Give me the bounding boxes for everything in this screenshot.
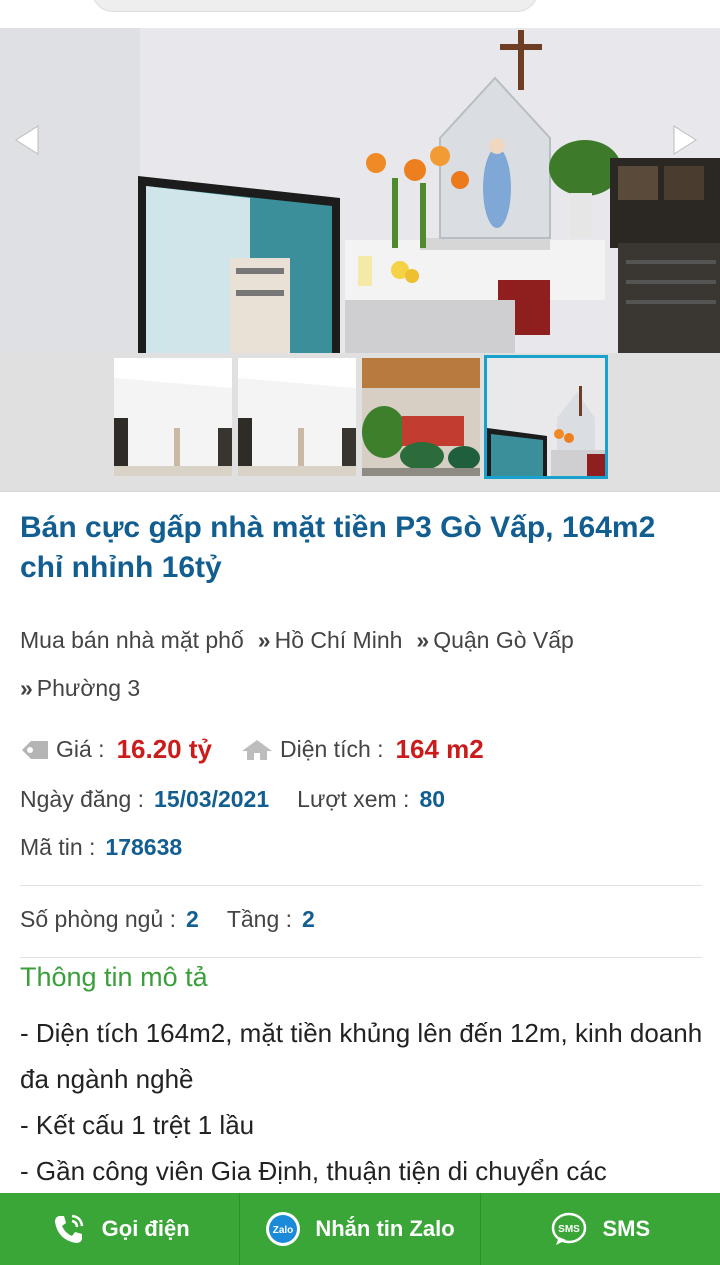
sms-label: SMS — [602, 1216, 651, 1241]
chevron-left-icon — [15, 125, 39, 155]
views-value: 80 — [419, 786, 446, 812]
price-value: 16.20 tỷ — [116, 734, 212, 764]
thumbnail-2[interactable] — [238, 358, 356, 476]
zalo-icon: Zalo — [265, 1211, 301, 1247]
house-area-icon — [241, 739, 272, 760]
views-label: Lượt xem : — [297, 786, 410, 812]
contact-action-bar: Gọi điện Zalo Nhắn tin Zalo SMS SMS — [0, 1193, 720, 1265]
date-value: 15/03/2021 — [154, 786, 270, 812]
breadcrumb-item-category[interactable]: Mua bán nhà mặt phố — [20, 627, 244, 653]
breadcrumb-separator-icon: » — [20, 675, 33, 701]
breadcrumb-separator-icon: » — [257, 627, 271, 653]
price-area-row: Giá : 16.20 tỷ Diện tích : 164 m2 — [20, 734, 484, 765]
main-photo — [0, 28, 720, 353]
thumbnail-3-image — [362, 358, 480, 476]
listing-id-row: Mã tin : 178638 — [20, 834, 182, 861]
search-bar[interactable] — [92, 0, 538, 12]
description-line: - Gần công viên Gia Định, thuận tiện di … — [20, 1156, 607, 1186]
thumbnail-4-image — [487, 358, 605, 476]
thumbnail-1-image — [114, 358, 232, 476]
sms-badge-text: SMS — [559, 1224, 581, 1235]
rooms-row: Số phòng ngủ : 2 Tầng : 2 — [20, 906, 315, 933]
listing-id-value: 178638 — [105, 834, 183, 860]
thumbnail-strip — [0, 353, 720, 492]
bedrooms-label: Số phòng ngủ : — [20, 906, 177, 932]
top-bar — [0, 0, 720, 28]
description-body: - Diện tích 164m2, mặt tiền khủng lên đế… — [20, 1010, 710, 1194]
breadcrumb: Mua bán nhà mặt phố» Hồ Chí Minh» Quận Gò … — [20, 616, 710, 712]
zalo-badge-text: Zalo — [273, 1225, 294, 1236]
gallery-prev-button[interactable] — [14, 124, 48, 164]
thumbnail-1[interactable] — [114, 358, 232, 476]
phone-icon — [50, 1210, 88, 1248]
divider — [20, 957, 702, 958]
thumbnail-4-active[interactable] — [484, 355, 608, 479]
area-value: 164 m2 — [395, 734, 484, 764]
floors-value: 2 — [302, 906, 315, 932]
date-label: Ngày đăng : — [20, 786, 145, 812]
room-photo-illustration — [0, 28, 720, 353]
thumbnail-2-image — [238, 358, 356, 476]
description-heading: Thông tin mô tả — [20, 962, 208, 992]
listing-id-label: Mã tin : — [20, 834, 96, 860]
sms-button[interactable]: SMS SMS — [481, 1193, 720, 1265]
price-label: Giá : — [56, 736, 105, 762]
listing-title: Bán cực gấp nhà mặt tiền P3 Gò Vấp, 164m… — [20, 511, 656, 584]
description-line: - Kết cấu 1 trệt 1 lầu — [20, 1110, 255, 1140]
area-label: Diện tích : — [279, 736, 384, 762]
chevron-right-icon — [673, 125, 697, 155]
floors-label: Tầng : — [226, 906, 293, 932]
price-tag-icon — [22, 740, 48, 759]
call-label: Gọi điện — [101, 1216, 190, 1241]
zalo-label: Nhắn tin Zalo — [315, 1216, 455, 1241]
description-line: - Diện tích 164m2, mặt tiền khủng lên đế… — [20, 1018, 703, 1094]
sms-icon: SMS — [550, 1211, 588, 1247]
breadcrumb-item-city[interactable]: Hồ Chí Minh — [275, 627, 403, 653]
breadcrumb-separator-icon: » — [416, 627, 430, 653]
divider — [20, 885, 702, 886]
breadcrumb-item-district[interactable]: Quận Gò Vấp — [433, 627, 574, 653]
gallery-next-button[interactable] — [672, 124, 706, 164]
call-button[interactable]: Gọi điện — [0, 1193, 241, 1265]
breadcrumb-item-ward[interactable]: Phường 3 — [37, 675, 140, 701]
date-views-row: Ngày đăng : 15/03/2021 Lượt xem : 80 — [20, 786, 445, 813]
bedrooms-value: 2 — [186, 906, 199, 932]
thumbnail-3[interactable] — [362, 358, 480, 476]
zalo-message-button[interactable]: Zalo Nhắn tin Zalo — [240, 1193, 481, 1265]
